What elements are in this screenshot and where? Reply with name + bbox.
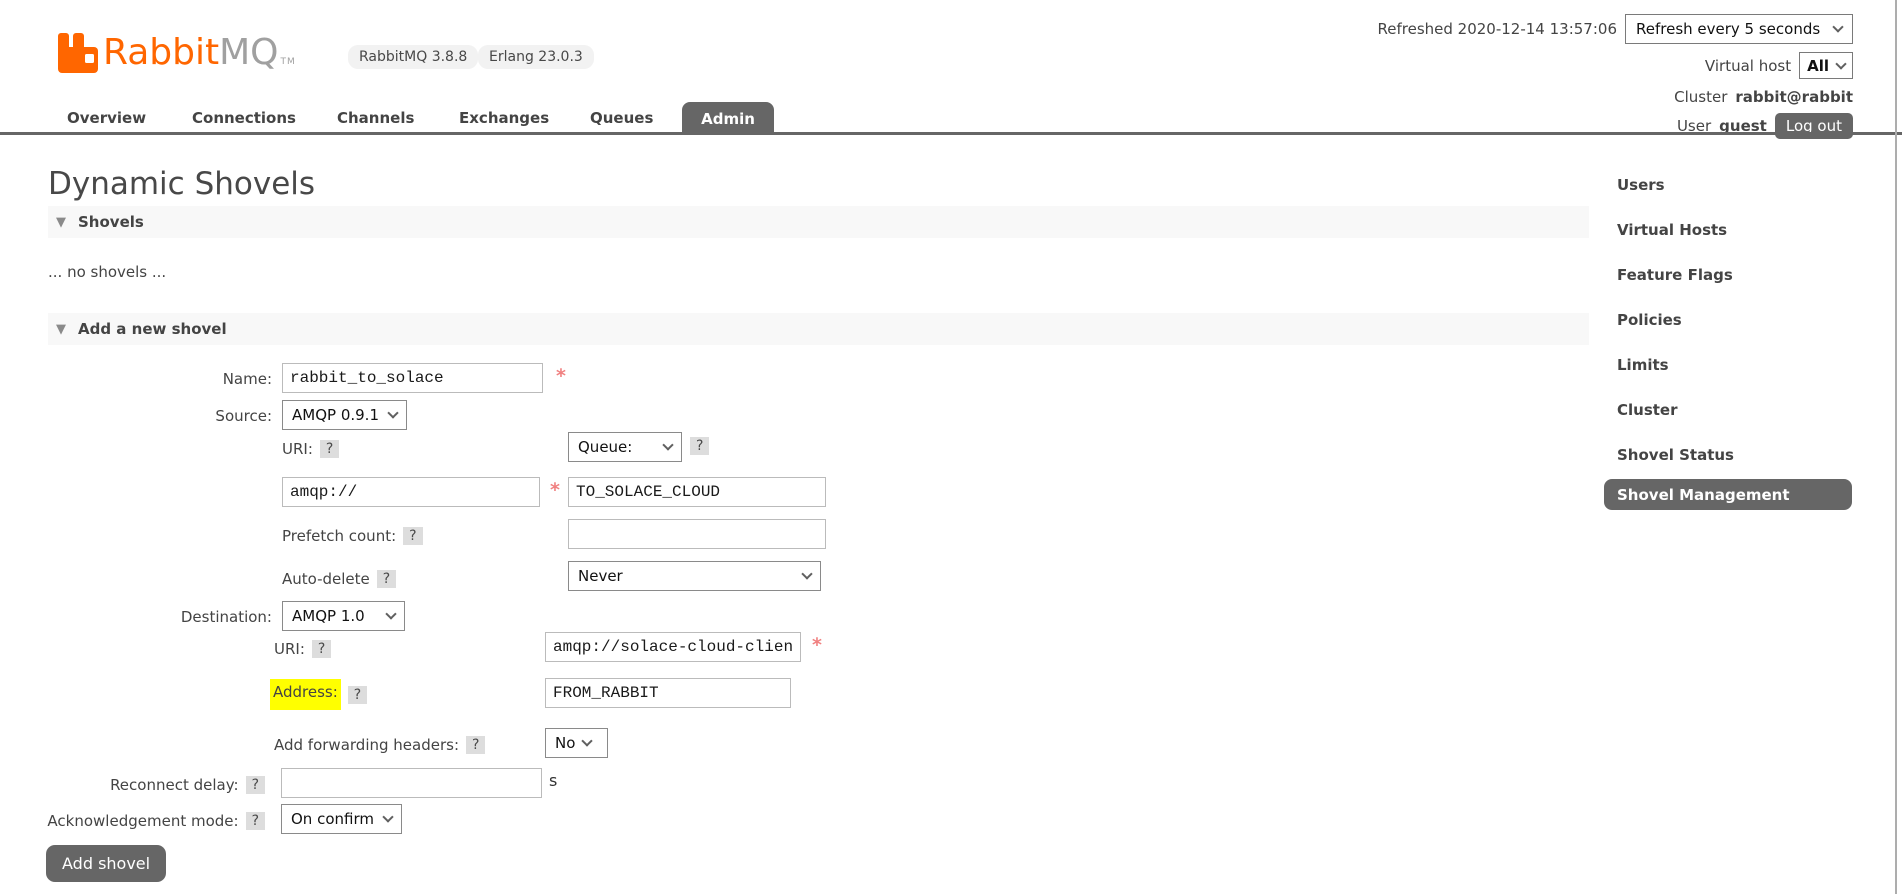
add-shovel-button[interactable]: Add shovel — [46, 845, 166, 882]
refresh-interval-select[interactable]: Refresh every 5 seconds — [1625, 14, 1853, 44]
reconnect-delay-input[interactable] — [281, 768, 542, 798]
chevron-down-icon — [582, 735, 593, 746]
window-edge-line — [1895, 0, 1897, 894]
tab-queues[interactable]: Queues — [590, 109, 653, 127]
sidebar-item-users[interactable]: Users — [1617, 176, 1665, 194]
address-label: Address: ? — [270, 679, 367, 710]
tab-channels[interactable]: Channels — [337, 109, 414, 127]
tab-admin[interactable]: Admin — [682, 102, 774, 135]
chevron-down-icon — [801, 568, 812, 579]
help-badge[interactable]: ? — [246, 776, 265, 794]
help-badge[interactable]: ? — [377, 570, 396, 588]
triangle-down-icon: ▼ — [56, 322, 66, 337]
help-badge[interactable]: ? — [348, 686, 367, 704]
chevron-down-icon — [1835, 58, 1846, 69]
chevron-down-icon — [382, 811, 393, 822]
help-badge[interactable]: ? — [690, 437, 709, 455]
main-tab-bar: Overview Connections Channels Exchanges … — [0, 102, 1902, 135]
sidebar-item-shovel-management[interactable]: Shovel Management — [1604, 479, 1852, 510]
prefetch-count-input[interactable] — [568, 519, 826, 549]
erlang-version-badge: Erlang 23.0.3 — [478, 45, 594, 69]
sidebar-item-cluster[interactable]: Cluster — [1617, 401, 1678, 419]
add-shovel-section-title: Add a new shovel — [78, 320, 227, 338]
destination-uri-input[interactable] — [545, 632, 801, 662]
chevron-down-icon — [385, 608, 396, 619]
destination-protocol-select[interactable]: AMQP 1.0 — [282, 601, 405, 631]
help-badge[interactable]: ? — [320, 440, 339, 458]
address-label-highlight: Address: — [270, 679, 341, 710]
help-badge[interactable]: ? — [403, 527, 422, 545]
tab-connections[interactable]: Connections — [192, 109, 296, 127]
shovels-section-title: Shovels — [78, 213, 144, 231]
chevron-down-icon — [1833, 21, 1844, 32]
brand-name: RabbitMQ — [103, 33, 279, 73]
chevron-down-icon — [387, 407, 398, 418]
acknowledgement-mode-select[interactable]: On confirm — [281, 804, 402, 834]
help-badge[interactable]: ? — [466, 736, 485, 754]
virtual-host-label: Virtual host — [1705, 57, 1791, 75]
virtual-host-row: Virtual host All — [1705, 52, 1853, 79]
required-asterisk: * — [556, 365, 566, 387]
shovels-section-header[interactable]: ▼ Shovels — [48, 206, 1589, 238]
destination-uri-label: URI: ? — [274, 640, 331, 658]
page-title: Dynamic Shovels — [48, 166, 315, 202]
tab-overview[interactable]: Overview — [67, 109, 146, 127]
required-asterisk: * — [550, 479, 560, 501]
auto-delete-label: Auto-delete ? — [282, 570, 396, 588]
rabbitmq-management-page: RabbitMQ TM RabbitMQ 3.8.8 Erlang 23.0.3… — [0, 0, 1902, 894]
no-shovels-text: ... no shovels ... — [48, 263, 166, 281]
forwarding-headers-label: Add forwarding headers: ? — [274, 736, 485, 754]
refresh-row: Refreshed 2020-12-14 13:57:06 Refresh ev… — [1378, 14, 1853, 44]
trademark-label: TM — [281, 57, 296, 67]
chevron-down-icon — [662, 439, 673, 450]
seconds-unit-label: s — [549, 771, 557, 790]
source-queue-input[interactable] — [568, 477, 826, 507]
source-protocol-select[interactable]: AMQP 0.9.1 — [282, 400, 407, 430]
refreshed-timestamp: Refreshed 2020-12-14 13:57:06 — [1378, 20, 1617, 38]
source-uri-input[interactable] — [282, 477, 540, 507]
source-endpoint-type-select[interactable]: Queue: — [568, 432, 682, 462]
sidebar-item-policies[interactable]: Policies — [1617, 311, 1682, 329]
acknowledgement-mode-label: Acknowledgement mode: ? — [0, 812, 265, 830]
rabbitmq-version-badge: RabbitMQ 3.8.8 — [348, 45, 478, 69]
sidebar-item-shovel-status[interactable]: Shovel Status — [1617, 446, 1734, 464]
required-asterisk: * — [812, 634, 822, 656]
sidebar-item-limits[interactable]: Limits — [1617, 356, 1669, 374]
help-badge[interactable]: ? — [246, 812, 265, 830]
destination-label: Destination: — [0, 608, 272, 626]
prefetch-count-label: Prefetch count: ? — [282, 527, 423, 545]
name-label: Name: — [0, 370, 272, 388]
rabbitmq-logo[interactable]: RabbitMQ TM — [58, 33, 294, 77]
virtual-host-select[interactable]: All — [1799, 52, 1853, 79]
name-input[interactable] — [282, 363, 543, 393]
tab-exchanges[interactable]: Exchanges — [459, 109, 549, 127]
help-badge[interactable]: ? — [312, 640, 331, 658]
destination-address-input[interactable] — [545, 678, 791, 708]
triangle-down-icon: ▼ — [56, 215, 66, 230]
sidebar-item-feature-flags[interactable]: Feature Flags — [1617, 266, 1733, 284]
reconnect-delay-label: Reconnect delay: ? — [0, 776, 265, 794]
forwarding-headers-select[interactable]: No — [545, 728, 608, 758]
auto-delete-select[interactable]: Never — [568, 561, 821, 591]
sidebar-item-virtual-hosts[interactable]: Virtual Hosts — [1617, 221, 1727, 239]
rabbitmq-logo-icon — [58, 33, 98, 77]
source-uri-label: URI: ? — [282, 440, 339, 458]
add-shovel-section-header[interactable]: ▼ Add a new shovel — [48, 313, 1589, 345]
source-label: Source: — [0, 407, 272, 425]
